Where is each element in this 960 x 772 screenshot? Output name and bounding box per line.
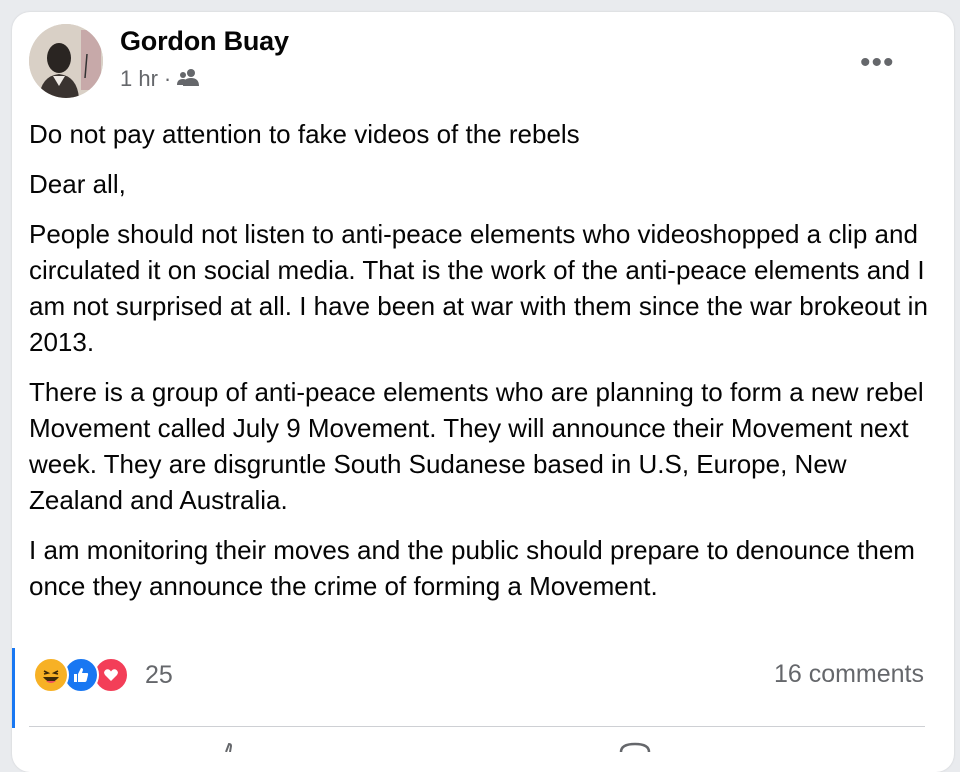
friends-icon[interactable] [177, 66, 200, 92]
post-paragraph: Dear all, [29, 169, 126, 199]
post-body: Do not pay attention to fake videos of t… [29, 116, 929, 618]
reaction-summary[interactable]: 25 [33, 657, 173, 693]
comment-action-icon[interactable] [618, 738, 652, 757]
focus-accent [12, 648, 15, 728]
post-paragraph: Do not pay attention to fake videos of t… [29, 119, 580, 149]
post-paragraph: I am monitoring their moves and the publ… [29, 535, 915, 601]
like-action-icon[interactable] [218, 738, 242, 757]
author-name[interactable]: Gordon Buay [120, 26, 289, 57]
post-paragraph: There is a group of anti-peace elements … [29, 377, 924, 515]
avatar[interactable] [29, 24, 103, 98]
more-options-icon[interactable]: ••• [860, 48, 895, 78]
comments-link[interactable]: 16 comments [774, 660, 924, 689]
post-paragraph: People should not listen to anti-peace e… [29, 219, 928, 357]
meta-separator: · [163, 66, 172, 91]
post-meta: 1 hr · [120, 66, 200, 92]
reaction-count: 25 [145, 660, 173, 689]
haha-icon [33, 657, 69, 693]
footer-divider [29, 726, 925, 727]
post-time[interactable]: 1 hr [120, 66, 158, 92]
